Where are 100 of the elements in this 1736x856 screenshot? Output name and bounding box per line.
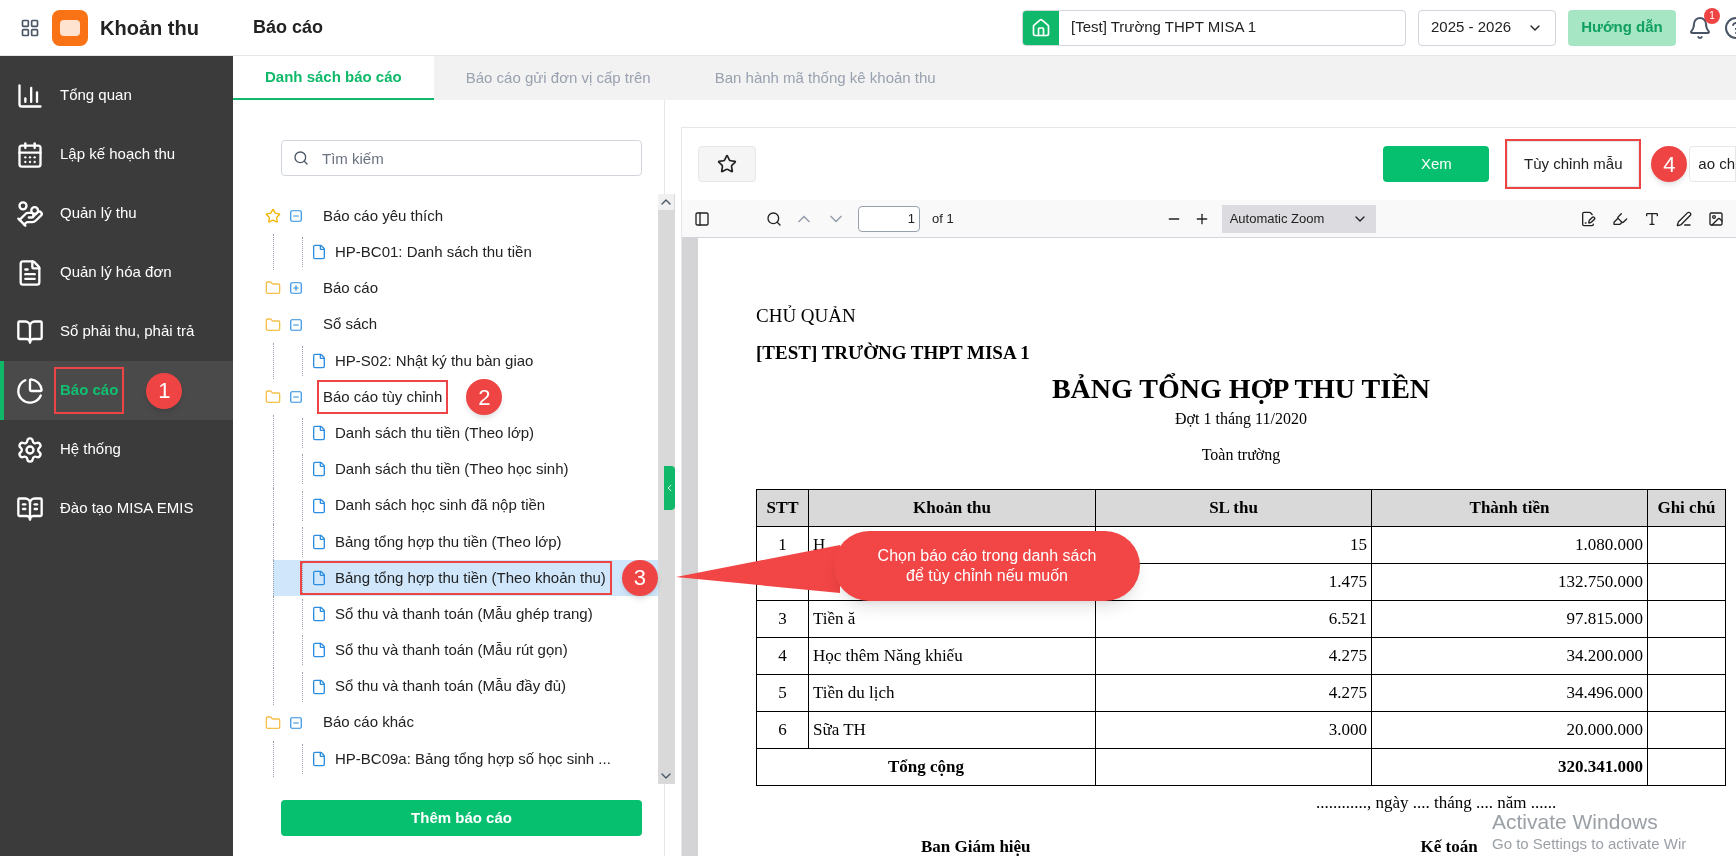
sidebar-label: Đào tạo MISA EMIS [59, 498, 195, 519]
expand-icon[interactable] [289, 281, 303, 296]
tree-group[interactable]: Báo cáo yêu thích [265, 198, 658, 235]
report-button[interactable]: ao ch [1689, 146, 1736, 182]
tree-item[interactable]: Bảng tổng hợp thu tiền (Theo lớp) [273, 523, 658, 560]
tree-item-label: Sổ thu và thanh toán (Mẫu rút gọn) [335, 640, 568, 661]
sidebar-item[interactable]: Đào tạo MISA EMIS [0, 479, 233, 538]
table-cell: 3.000 [1095, 711, 1372, 749]
tree-item-label: Danh sách học sinh đã nộp tiền [335, 495, 546, 516]
document-title: BẢNG TỔNG HỢP THU TIỀN [1050, 372, 1432, 406]
file-icon [311, 533, 327, 550]
file-icon [311, 244, 327, 261]
tree-item-label: HP-S02: Nhật ký thu bàn giao [335, 350, 534, 371]
app-logo-icon [52, 9, 88, 46]
signer-title: Ban Giám hiệu [921, 835, 1031, 856]
document-period: Đợt 1 tháng 11/2020 [1174, 409, 1308, 430]
tree-item[interactable]: HP-BC01: Danh sách thu tiền [273, 234, 658, 271]
document-owner: CHỦ QUẢN [756, 304, 857, 328]
table-cell: 6.521 [1095, 600, 1372, 638]
sidebar-toggle-icon[interactable] [694, 210, 710, 227]
pen-icon[interactable] [1676, 210, 1692, 227]
page-title: Báo cáo [253, 16, 324, 39]
table-cell: Tiền du lịch [808, 674, 1096, 712]
sidebar-item[interactable]: Quản lý thu [0, 184, 233, 243]
highlighter-icon[interactable] [1612, 210, 1628, 227]
column-header: STT [756, 489, 809, 527]
year-select[interactable]: 2025 - 2026 [1418, 9, 1556, 46]
collapse-handle[interactable] [664, 466, 675, 510]
sidebar-label: Quản lý thu [59, 203, 138, 224]
column-header: Ghi chú [1647, 489, 1726, 527]
folder-icon [265, 280, 281, 297]
file-icon [311, 461, 327, 478]
tree-item[interactable]: HP-S02: Nhật ký thu bàn giao [273, 342, 658, 379]
table-cell: 132.750.000 [1371, 563, 1648, 601]
open-book-icon [16, 494, 44, 523]
page-number-field[interactable]: 1 [858, 205, 920, 232]
tree-group[interactable]: Báo cáo [265, 270, 658, 307]
tree-item[interactable]: Danh sách thu tiền (Theo học sinh) [273, 451, 658, 488]
notification-badge: 1 [1704, 7, 1720, 24]
school-selector[interactable]: [Test] Trường THPT MISA 1 [1022, 9, 1406, 46]
table-cell: 4 [756, 637, 809, 675]
tree-item-label: HP-BC01: Danh sách thu tiền [335, 242, 532, 263]
column-header: Thành tiền [1371, 489, 1648, 527]
search-icon [293, 150, 309, 166]
scrollbar[interactable] [657, 194, 675, 784]
star-icon [265, 208, 281, 225]
chevron-up-icon[interactable] [658, 194, 675, 210]
sidebar-item[interactable]: Quản lý hóa đơn [0, 243, 233, 302]
document-scope: Toàn trường [1200, 445, 1282, 466]
apps-menu-icon[interactable] [20, 17, 40, 38]
collapse-icon[interactable] [289, 390, 303, 405]
tree-item[interactable]: Sổ thu và thanh toán (Mẫu rút gọn) [273, 632, 658, 669]
table-cell: 34.200.000 [1371, 637, 1648, 675]
tree-group[interactable]: Báo cáo khác [265, 704, 658, 741]
file-icon [311, 352, 327, 369]
step-badge: 4 [1651, 146, 1688, 182]
sidebar-item[interactable]: Lập kế hoạch thu [0, 125, 233, 184]
tree-item[interactable]: Sổ thu và thanh toán (Mẫu ghép trang) [273, 596, 658, 633]
tree-item-label: Danh sách thu tiền (Theo học sinh) [335, 459, 569, 480]
table-cell: 320.341.000 [1371, 748, 1648, 786]
tree-item[interactable]: Bảng tổng hợp thu tiền (Theo khoản thu) 3 [273, 559, 658, 597]
tree-item[interactable]: Sổ thu và thanh toán (Mẫu đầy đủ) [273, 668, 658, 705]
tree-group-label: Sổ sách [322, 314, 379, 335]
tree-item-label: Bảng tổng hợp thu tiền (Theo khoản thu) [335, 567, 606, 588]
tree-group[interactable]: Báo cáo tùy chỉnh 2 [265, 378, 658, 416]
tree-item[interactable]: HP-BC09a: Bảng tổng hợp số học sinh ... [273, 740, 658, 777]
tree-item[interactable]: Danh sách thu tiền (Theo lớp) [273, 415, 658, 452]
activation-text: Go to Settings to activate Wir [1492, 834, 1687, 854]
zoom-select[interactable]: Automatic Zoom [1221, 204, 1376, 233]
book-icon [16, 317, 44, 346]
sidebar-label: Quản lý hóa đơn [59, 262, 173, 283]
image-icon[interactable] [1708, 210, 1724, 227]
file-icon [311, 750, 327, 767]
search-field[interactable]: Tìm kiếm [281, 140, 642, 176]
favorite-button[interactable] [698, 146, 756, 182]
tree-group-label: Báo cáo khác [322, 712, 415, 733]
collapse-icon[interactable] [289, 317, 303, 332]
file-icon [311, 569, 327, 586]
text-icon[interactable] [1644, 210, 1660, 227]
customize-button[interactable]: Tùy chỉnh mẫu [1507, 141, 1640, 187]
sidebar-item[interactable]: Sổ phải thu, phải trả [0, 302, 233, 361]
sidebar-item[interactable]: Hệ thống [0, 420, 233, 479]
sidebar-label: Lập kế hoạch thu [59, 144, 177, 165]
sidebar-item[interactable]: Tổng quan [0, 66, 233, 125]
tree-group[interactable]: Sổ sách [265, 306, 658, 343]
table-cell: Sữa TH [808, 711, 1096, 749]
folder-icon [265, 316, 281, 333]
folder-icon [265, 389, 281, 406]
home-icon [1023, 10, 1059, 45]
collapse-icon[interactable] [289, 715, 303, 730]
signature-icon[interactable] [1580, 210, 1596, 227]
star-icon [717, 154, 737, 174]
sidebar-label: Tổng quan [59, 85, 133, 106]
collapse-icon[interactable] [289, 209, 303, 224]
tree-group-label: Báo cáo yêu thích [322, 205, 445, 226]
tree-item[interactable]: Danh sách học sinh đã nộp tiền [273, 487, 658, 524]
search-icon[interactable] [766, 210, 782, 227]
sidebar-item[interactable]: Báo cáo 1 [0, 361, 233, 420]
bell-icon[interactable] [1688, 15, 1712, 40]
table-cell: 20.000.000 [1371, 711, 1648, 749]
